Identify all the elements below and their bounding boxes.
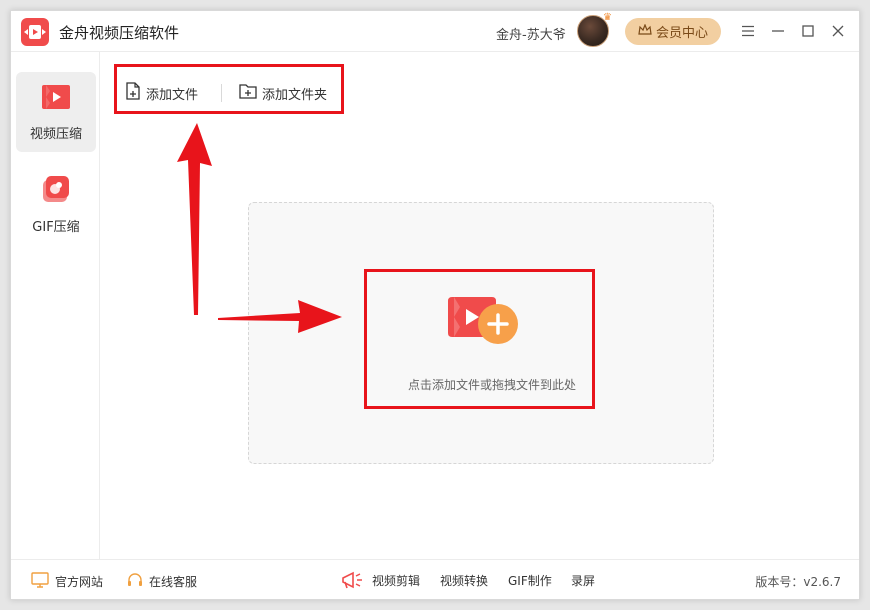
screen-record-link[interactable]: 录屏 bbox=[571, 572, 595, 589]
avatar[interactable]: ♛ bbox=[577, 12, 612, 47]
crown-icon bbox=[638, 22, 652, 40]
menu-icon[interactable] bbox=[738, 21, 758, 41]
video-convert-link[interactable]: 视频转换 bbox=[440, 572, 488, 589]
minimize-icon[interactable] bbox=[768, 21, 788, 41]
megaphone-icon bbox=[341, 570, 363, 594]
app-title: 金舟视频压缩软件 bbox=[59, 24, 180, 42]
gif-icon bbox=[41, 174, 71, 208]
username: 金舟-苏大爷 bbox=[496, 28, 566, 43]
sidebar-item-video-compress[interactable]: 视频压缩 bbox=[16, 72, 96, 152]
footer-label: 官方网站 bbox=[55, 575, 104, 589]
footer-label: 在线客服 bbox=[149, 575, 198, 589]
crown-icon: ♛ bbox=[603, 12, 612, 23]
sidebar-item-label: 视频压缩 bbox=[29, 126, 82, 142]
footer: 官方网站 在线客服 视频剪辑 视频转换 GIF制作 录屏 版本号：v2.6.7 bbox=[11, 559, 859, 599]
sidebar-item-gif-compress[interactable]: GIF压缩 bbox=[16, 164, 96, 244]
gif-make-link[interactable]: GIF制作 bbox=[508, 572, 552, 589]
sidebar-item-label: GIF压缩 bbox=[32, 219, 80, 235]
footer-label: 视频转换 bbox=[440, 574, 489, 588]
footer-label: 视频剪辑 bbox=[372, 574, 421, 588]
vip-center-label: 会员中心 bbox=[655, 26, 708, 41]
footer-label: GIF制作 bbox=[508, 574, 552, 588]
maximize-icon[interactable] bbox=[798, 21, 818, 41]
video-icon bbox=[40, 83, 72, 115]
monitor-icon bbox=[31, 572, 49, 591]
vip-center-button[interactable]: 会员中心 bbox=[625, 18, 721, 45]
close-icon[interactable] bbox=[828, 21, 848, 41]
annotation-box-dropzone bbox=[364, 269, 595, 409]
online-support-link[interactable]: 在线客服 bbox=[127, 572, 197, 591]
official-site-link[interactable]: 官方网站 bbox=[31, 572, 103, 591]
app-logo-icon bbox=[21, 18, 49, 46]
annotation-box-toolbar bbox=[114, 64, 344, 114]
title-bar: 金舟视频压缩软件 金舟-苏大爷 ♛ 会员中心 bbox=[11, 11, 859, 52]
headset-icon bbox=[127, 572, 143, 591]
version-label: 版本号：v2.6.7 bbox=[755, 575, 841, 589]
video-edit-link[interactable]: 视频剪辑 bbox=[372, 572, 420, 589]
footer-label: 录屏 bbox=[571, 574, 596, 588]
sidebar: 视频压缩 GIF压缩 bbox=[11, 52, 100, 559]
